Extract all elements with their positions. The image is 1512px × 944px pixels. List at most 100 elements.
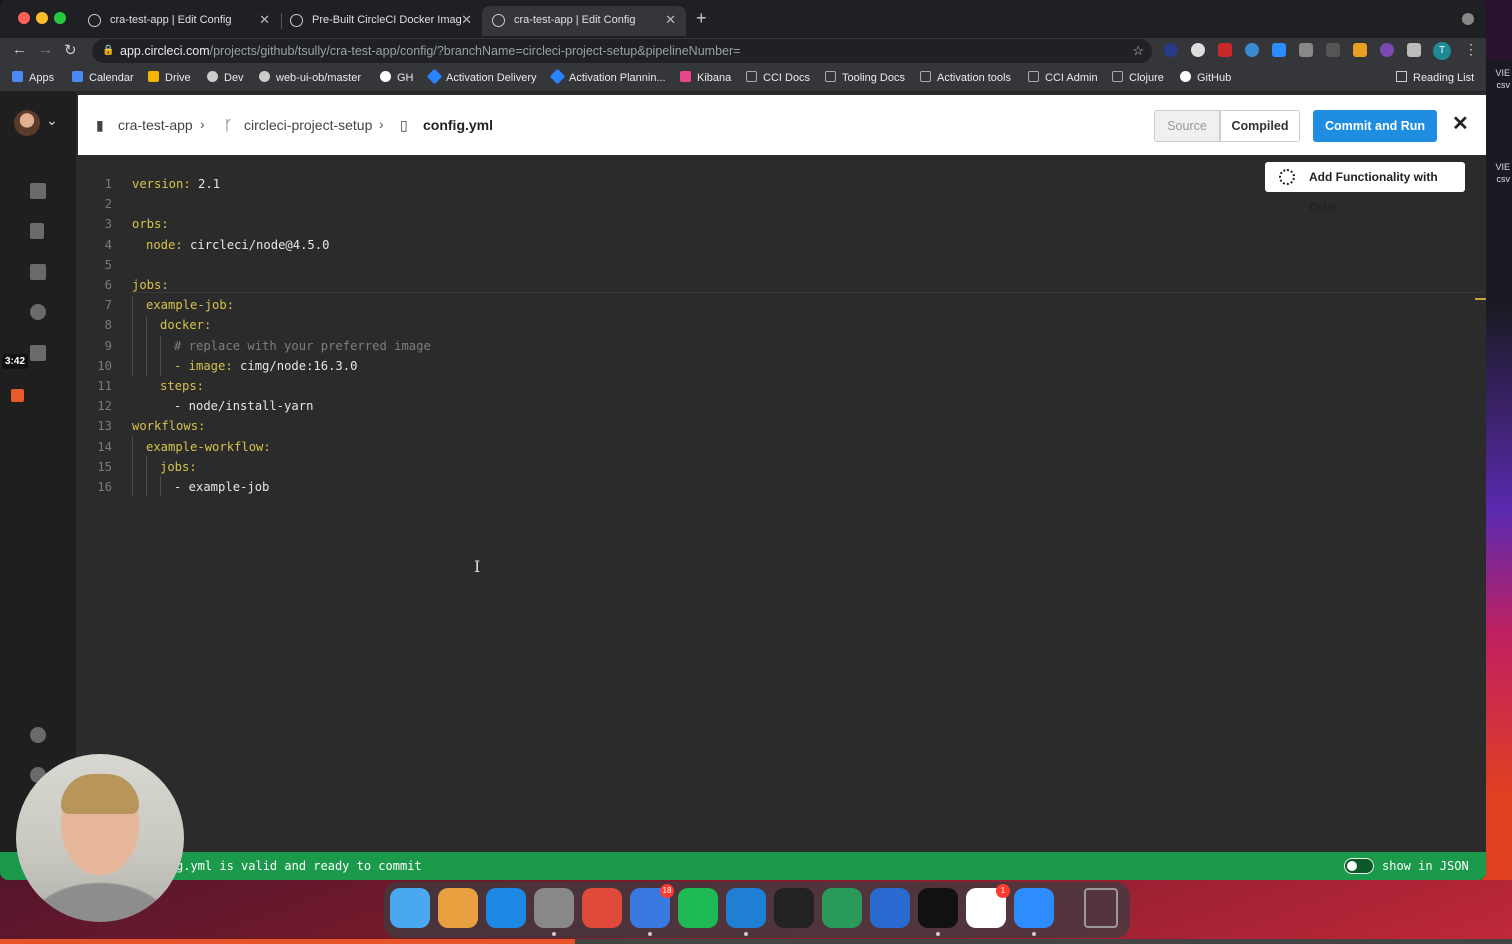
reading-list[interactable]: Reading List bbox=[1396, 71, 1474, 84]
compiled-tab-button[interactable]: Compiled bbox=[1220, 110, 1300, 142]
bookmark-folder[interactable]: CCI Docs bbox=[746, 71, 810, 84]
window-menu-icon[interactable] bbox=[1462, 13, 1474, 25]
app-store-icon[interactable] bbox=[486, 888, 526, 928]
extension-icon[interactable] bbox=[1164, 43, 1178, 57]
terminal-icon[interactable] bbox=[918, 888, 958, 928]
code-line[interactable]: 1 version: 2.1 bbox=[78, 174, 1478, 194]
bookmark-folder[interactable]: Clojure bbox=[1112, 71, 1164, 84]
source-tab-button[interactable]: Source bbox=[1154, 110, 1220, 142]
webcam-overlay bbox=[16, 754, 184, 922]
extension-icon[interactable] bbox=[1326, 43, 1340, 57]
bookmark-item[interactable]: Activation Plannin... bbox=[549, 68, 666, 85]
line-number: 6 bbox=[104, 278, 112, 292]
extension-icon[interactable] bbox=[1245, 43, 1259, 57]
browser-tab-active[interactable]: cra-test-app | Edit Config ✕ bbox=[482, 6, 686, 36]
desktop-file-label[interactable]: VIE bbox=[1495, 68, 1510, 78]
app-green-icon[interactable] bbox=[822, 888, 862, 928]
code-line[interactable]: 10 - image: cimg/node:16.3.0 bbox=[78, 356, 1478, 376]
bookmark-item[interactable]: Kibana bbox=[680, 71, 731, 84]
code-line[interactable]: 14 example-workflow: bbox=[78, 437, 1478, 457]
maximize-window-button[interactable] bbox=[54, 12, 66, 24]
bookmark-item[interactable]: Activation Delivery bbox=[426, 68, 536, 85]
reload-icon[interactable]: ↻ bbox=[64, 41, 77, 59]
puzzle-extensions-icon[interactable] bbox=[1407, 43, 1421, 57]
folder-icon bbox=[746, 71, 757, 82]
launchpad-icon[interactable] bbox=[438, 888, 478, 928]
code-line[interactable]: 5 bbox=[78, 255, 1478, 275]
dashboard-icon[interactable] bbox=[30, 183, 46, 199]
trash-icon[interactable] bbox=[1084, 888, 1118, 928]
browser-tab[interactable]: Pre-Built CircleCI Docker Imag ✕ bbox=[280, 6, 482, 36]
system-preferences-icon[interactable] bbox=[534, 888, 574, 928]
bookmark-item[interactable]: Calendar bbox=[72, 71, 134, 84]
vscode-icon[interactable] bbox=[726, 888, 766, 928]
code-line[interactable]: 15 jobs: bbox=[78, 457, 1478, 477]
new-tab-button[interactable]: + bbox=[696, 8, 707, 29]
breadcrumb-branch[interactable]: circleci-project-setup bbox=[244, 117, 372, 133]
chrome-icon[interactable] bbox=[582, 888, 622, 928]
code-line[interactable]: 3 orbs: bbox=[78, 214, 1478, 234]
bookmark-folder[interactable]: Activation tools bbox=[920, 71, 1011, 84]
bookmark-item[interactable]: Apps bbox=[12, 71, 54, 84]
tab-close-icon[interactable]: ✕ bbox=[665, 6, 676, 34]
stop-recording-icon[interactable] bbox=[11, 389, 24, 402]
chevron-down-icon[interactable]: ⌄ bbox=[46, 112, 58, 129]
extension-icon[interactable] bbox=[1191, 43, 1205, 57]
close-window-button[interactable] bbox=[18, 12, 30, 24]
tab-close-icon[interactable]: ✕ bbox=[461, 6, 472, 34]
bookmark-item[interactable]: GitHub bbox=[1180, 71, 1231, 84]
code-line[interactable]: 13 workflows: bbox=[78, 416, 1478, 436]
code-line[interactable]: 7 example-job: bbox=[78, 295, 1478, 315]
line-number: 12 bbox=[97, 399, 112, 414]
plan-icon[interactable] bbox=[30, 345, 46, 361]
code-line[interactable]: 2 bbox=[78, 194, 1478, 214]
user-avatar[interactable] bbox=[14, 110, 40, 136]
minimize-window-button[interactable] bbox=[36, 12, 48, 24]
extension-icon[interactable] bbox=[1380, 43, 1394, 57]
bookmark-item[interactable]: Dev bbox=[207, 71, 244, 84]
browser-tab[interactable]: cra-test-app | Edit Config ✕ bbox=[78, 6, 280, 36]
line-number: 13 bbox=[97, 419, 112, 434]
desktop-file-label[interactable]: csv bbox=[1497, 174, 1511, 184]
bookmark-folder[interactable]: Tooling Docs bbox=[825, 71, 905, 84]
code-editor[interactable]: 1 version: 2.1 2 3 orbs: 4 node: circleci/node… bbox=[78, 174, 1486, 854]
spotify-icon[interactable] bbox=[678, 888, 718, 928]
tab-close-icon[interactable]: ✕ bbox=[259, 6, 270, 34]
code-line[interactable]: 11 steps: bbox=[78, 376, 1478, 396]
code-line[interactable]: 16 - example-job bbox=[78, 477, 1478, 497]
close-icon[interactable]: ✕ bbox=[1452, 111, 1469, 136]
code-line[interactable]: 8 docker: bbox=[78, 315, 1478, 335]
code-line[interactable]: 12 - node/install-yarn bbox=[78, 396, 1478, 416]
bookmark-star-icon[interactable]: ☆ bbox=[1132, 39, 1144, 63]
desktop-file-label[interactable]: VIE bbox=[1495, 162, 1510, 172]
address-bar[interactable]: 🔒 app.circleci.com/projects/github/tsull… bbox=[92, 39, 1152, 63]
extension-icon[interactable] bbox=[1353, 43, 1367, 57]
forward-arrow-icon[interactable]: → bbox=[38, 41, 53, 58]
gear-icon[interactable] bbox=[30, 304, 46, 320]
status-icon[interactable] bbox=[30, 727, 46, 743]
bookmark-item[interactable]: Drive bbox=[148, 71, 191, 84]
projects-icon[interactable] bbox=[30, 223, 44, 239]
extension-icon[interactable] bbox=[1272, 43, 1286, 57]
finder-icon[interactable] bbox=[390, 888, 430, 928]
extension-icon[interactable] bbox=[1299, 43, 1313, 57]
code-line[interactable]: 4 node: circleci/node@4.5.0 bbox=[78, 235, 1478, 255]
extension-icon[interactable] bbox=[1218, 43, 1232, 57]
insights-icon[interactable] bbox=[30, 264, 46, 280]
code-line[interactable]: 9 # replace with your preferred image bbox=[78, 336, 1478, 356]
bookmark-item[interactable]: GH bbox=[380, 71, 414, 84]
profile-avatar[interactable]: T bbox=[1433, 42, 1451, 60]
circleci-icon[interactable] bbox=[774, 888, 814, 928]
bookmark-label: Dev bbox=[224, 72, 244, 84]
back-arrow-icon[interactable]: ← bbox=[12, 41, 27, 58]
browser-menu-icon[interactable]: ⋮ bbox=[1464, 41, 1478, 58]
bookmark-item[interactable]: web-ui-ob/master bbox=[259, 71, 361, 84]
scrollbar-marker[interactable] bbox=[1475, 298, 1486, 300]
show-json-toggle[interactable] bbox=[1344, 858, 1374, 874]
zoom-icon[interactable] bbox=[1014, 888, 1054, 928]
commit-and-run-button[interactable]: Commit and Run bbox=[1313, 110, 1437, 142]
bookmark-folder[interactable]: CCI Admin bbox=[1028, 71, 1098, 84]
breadcrumb-project[interactable]: cra-test-app bbox=[118, 117, 193, 133]
app-sound-icon[interactable] bbox=[870, 888, 910, 928]
desktop-file-label[interactable]: csv bbox=[1497, 80, 1511, 90]
